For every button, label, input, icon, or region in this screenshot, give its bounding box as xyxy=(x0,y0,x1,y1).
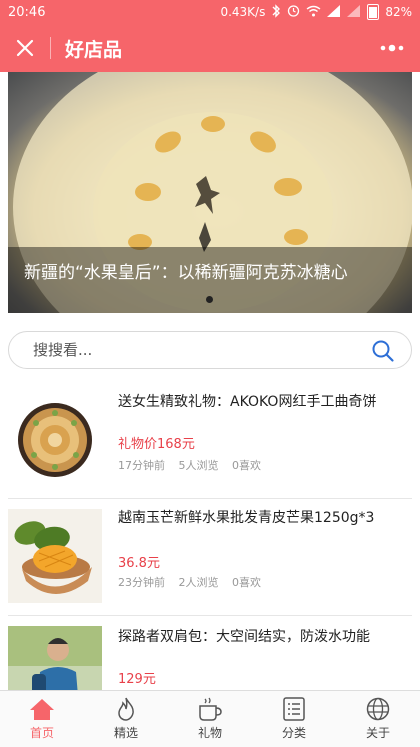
globe-icon xyxy=(366,697,390,721)
cup-icon xyxy=(199,697,222,721)
battery-level: 82% xyxy=(385,5,412,19)
status-bar: 20:46 0.43K/s 82% xyxy=(0,0,420,24)
product-thumbnail xyxy=(8,626,102,690)
title-divider xyxy=(50,37,51,59)
close-icon xyxy=(16,39,34,57)
search-bar xyxy=(8,331,412,369)
wifi-icon xyxy=(306,5,321,20)
product-item[interactable]: 越南玉芒新鲜水果批发青皮芒果1250g*3 36.8元 23分钟前 2人浏览 0… xyxy=(0,499,420,615)
product-meta: 17分钟前 5人浏览 0喜欢 xyxy=(118,457,271,473)
tab-home[interactable]: 首页 xyxy=(0,691,84,747)
status-time: 20:46 xyxy=(8,4,46,20)
like-count: 0喜欢 xyxy=(232,459,261,472)
signal-icon xyxy=(327,4,341,20)
title-bar: 好店品 xyxy=(0,24,420,72)
product-price: 36.8元 xyxy=(118,556,160,571)
alarm-icon xyxy=(287,4,300,20)
tab-featured[interactable]: 精选 xyxy=(84,691,168,747)
post-time: 23分钟前 xyxy=(118,576,165,589)
tab-gifts[interactable]: 礼物 xyxy=(168,691,252,747)
home-icon xyxy=(30,699,54,720)
flame-icon xyxy=(118,697,134,721)
product-item[interactable]: 送女生精致礼物：AKOKO网红手工曲奇饼 礼物价168元 17分钟前 5人浏览 … xyxy=(0,383,420,498)
tab-label: 关于 xyxy=(365,726,390,740)
banner-title: 新疆的“水果皇后”：以稀新疆阿克苏冰糖心 xyxy=(24,263,348,283)
signal-icon-2 xyxy=(347,4,361,20)
view-count: 5人浏览 xyxy=(178,459,219,472)
search-input[interactable] xyxy=(33,341,353,359)
post-time: 17分钟前 xyxy=(118,459,165,472)
product-title: 送女生精致礼物：AKOKO网红手工曲奇饼 xyxy=(118,394,377,410)
like-count: 0喜欢 xyxy=(232,576,261,589)
search-icon[interactable] xyxy=(371,339,395,367)
product-thumbnail xyxy=(8,509,102,603)
product-item[interactable]: 探路者双肩包：大空间结实，防泼水功能 129元 xyxy=(0,616,420,690)
close-button[interactable] xyxy=(0,24,50,72)
tab-label: 分类 xyxy=(281,726,306,740)
tab-label: 精选 xyxy=(113,726,138,740)
bottom-tab-bar: 首页 精选 礼物 分类 关于 xyxy=(0,690,420,747)
product-price: 礼物价168元 xyxy=(118,437,195,452)
product-meta: 23分钟前 2人浏览 0喜欢 xyxy=(118,574,271,590)
more-icon xyxy=(380,44,404,52)
view-count: 2人浏览 xyxy=(178,576,219,589)
banner-carousel[interactable]: 新疆的“水果皇后”：以稀新疆阿克苏冰糖心 xyxy=(8,72,412,313)
battery-icon xyxy=(367,4,380,20)
tab-label: 礼物 xyxy=(197,726,222,740)
more-button[interactable] xyxy=(364,24,420,72)
product-thumbnail xyxy=(8,393,102,487)
tab-about[interactable]: 关于 xyxy=(336,691,420,747)
bluetooth-icon xyxy=(271,3,281,21)
product-title: 探路者双肩包：大空间结实，防泼水功能 xyxy=(118,629,370,645)
banner-page-indicator xyxy=(206,296,213,303)
product-price: 129元 xyxy=(118,672,156,687)
tab-categories[interactable]: 分类 xyxy=(252,691,336,747)
list-icon xyxy=(283,697,305,721)
status-indicators: 0.43K/s 82% xyxy=(220,3,412,21)
product-title: 越南玉芒新鲜水果批发青皮芒果1250g*3 xyxy=(118,510,375,526)
tab-label: 首页 xyxy=(29,726,54,740)
network-speed: 0.43K/s xyxy=(220,5,266,19)
page-title: 好店品 xyxy=(65,38,123,61)
